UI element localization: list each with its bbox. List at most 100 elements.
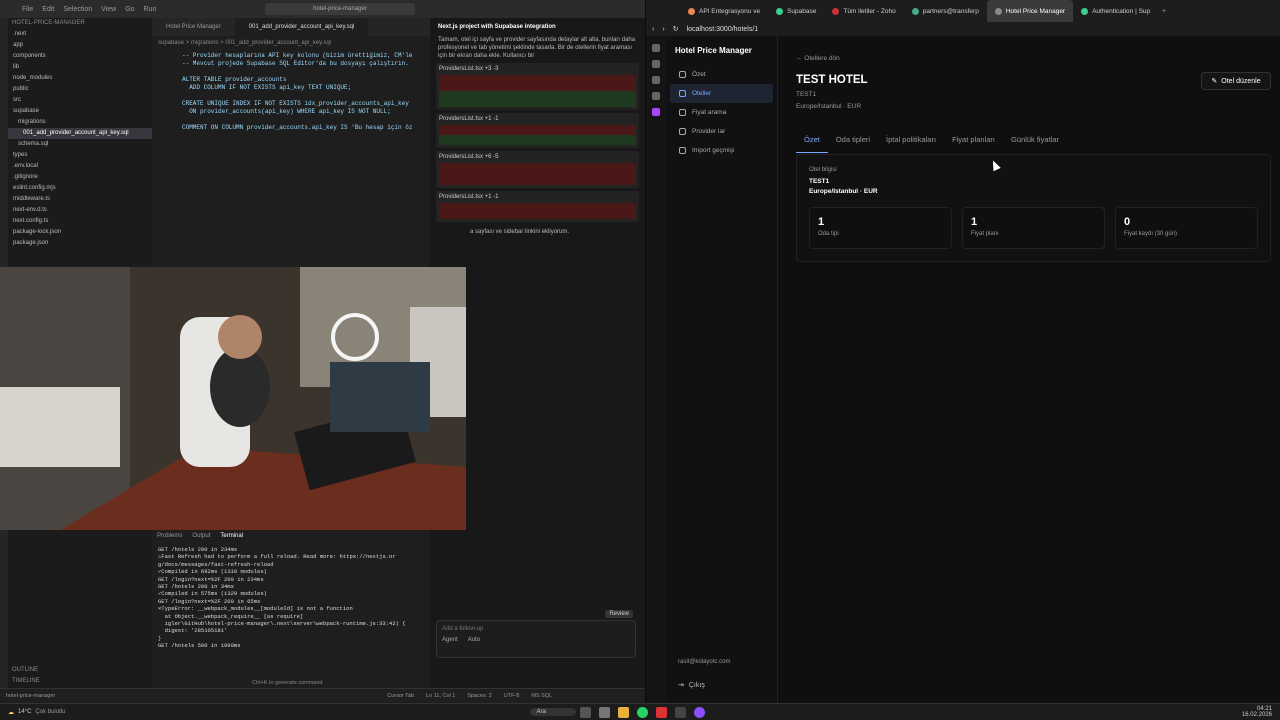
extension-icon[interactable] xyxy=(652,76,660,84)
followup-input[interactable]: Add a follow-up xyxy=(437,621,635,637)
explorer-item[interactable]: lib xyxy=(8,62,152,73)
menu-go[interactable]: Go xyxy=(125,6,134,13)
browser-tab[interactable]: Authentication | Sup xyxy=(1073,0,1158,22)
nav-item-providers[interactable]: Provider lar xyxy=(666,122,777,141)
agent-model[interactable]: Auto xyxy=(468,637,480,643)
menu-selection[interactable]: Selection xyxy=(63,6,92,13)
tab-terminal[interactable]: Terminal xyxy=(220,533,243,539)
folder-icon[interactable] xyxy=(617,706,629,718)
explorer-item[interactable]: src xyxy=(8,95,152,106)
diff-card[interactable]: ProvidersList.tsx +6 -5 xyxy=(436,151,639,188)
diff-card[interactable]: ProvidersList.tsx +1 -1 xyxy=(436,191,639,222)
tab-gunluk-fiyatlar[interactable]: Günlük fiyatlar xyxy=(1003,132,1067,153)
tab-iptal-politikalari[interactable]: İptal politikaları xyxy=(878,132,944,153)
status-cursor-tab[interactable]: Cursor Tab xyxy=(387,693,414,699)
nav-item-ozet[interactable]: Özet xyxy=(666,65,777,84)
extension-icon[interactable] xyxy=(652,44,660,52)
app-icon[interactable] xyxy=(693,706,705,718)
explorer-item[interactable]: .next xyxy=(8,29,152,40)
agent-title: Next.js project with Supabase integratio… xyxy=(438,24,556,30)
editor-tab[interactable]: Hotel Price Manager xyxy=(152,24,235,30)
review-button[interactable]: Review xyxy=(605,610,633,618)
outline-section[interactable]: OUTLINE xyxy=(8,665,38,676)
timeline-section[interactable]: TIMELINE xyxy=(8,676,40,687)
cursor-app-icon[interactable] xyxy=(674,706,686,718)
explorer-item[interactable]: types xyxy=(8,150,152,161)
nav-item-oteller[interactable]: Oteller xyxy=(670,84,773,103)
windows-start-icon[interactable] xyxy=(515,707,526,718)
explorer-root[interactable]: HOTEL-PRICE-MANAGER xyxy=(8,18,152,29)
logout-button[interactable]: ⇥ Çıkış xyxy=(678,681,705,690)
explorer-item[interactable]: schema.sql xyxy=(8,139,152,150)
edit-hotel-button[interactable]: ✎ Otel düzenle xyxy=(1201,72,1271,90)
url-input[interactable]: localhost:3000/hotels/1 xyxy=(687,26,759,33)
nav-item-import[interactable]: Import geçmişi xyxy=(666,141,777,160)
mail-icon xyxy=(911,7,919,15)
weather-temp[interactable]: 14°C xyxy=(18,709,31,715)
stat-value: 1 xyxy=(818,216,825,228)
explorer-item[interactable]: components xyxy=(8,51,152,62)
explorer-item[interactable]: supabase xyxy=(8,106,152,117)
menu-edit[interactable]: Edit xyxy=(42,6,54,13)
explorer-item[interactable]: migrations xyxy=(8,117,152,128)
new-tab-icon[interactable]: + xyxy=(1162,8,1166,15)
browser-tab[interactable]: API Entegrasyonu ve xyxy=(680,0,768,22)
browser-tab[interactable]: Supabase xyxy=(768,0,824,22)
back-icon[interactable]: ‹ xyxy=(652,26,654,33)
status-language[interactable]: MS SQL xyxy=(531,693,552,699)
tab-output[interactable]: Output xyxy=(192,533,210,539)
extension-icon[interactable] xyxy=(652,60,660,68)
diff-card[interactable]: ProvidersList.tsx +3 -3 xyxy=(436,63,639,110)
tab-ozet[interactable]: Özet xyxy=(796,132,828,153)
tab-label: Supabase xyxy=(787,7,817,15)
explorer-item[interactable]: package.json xyxy=(8,238,152,249)
command-search[interactable]: hotel-price-manager xyxy=(265,3,415,15)
nav-item-fiyat-arama[interactable]: Fiyat arama xyxy=(666,103,777,122)
whatsapp-icon[interactable] xyxy=(636,706,648,718)
tab-problems[interactable]: Problems xyxy=(157,533,182,539)
explorer-item[interactable]: node_modules xyxy=(8,73,152,84)
back-to-hotels-link[interactable]: ← Otellere dön xyxy=(796,55,840,62)
status-position[interactable]: Ln 11, Col 1 xyxy=(426,693,455,699)
app-brand[interactable]: Hotel Price Manager xyxy=(666,36,777,65)
globe-icon xyxy=(994,7,1002,15)
explorer-item[interactable]: public xyxy=(8,84,152,95)
code-content[interactable]: -- Provider hesaplarına API key kolonu (… xyxy=(152,50,430,134)
status-project[interactable]: hotel-price-manager xyxy=(6,693,55,699)
explorer-item[interactable]: .gitignore xyxy=(8,172,152,183)
status-spaces[interactable]: Spaces: 2 xyxy=(467,693,491,699)
diff-card[interactable]: ProvidersList.tsx +1 -1 xyxy=(436,113,639,148)
taskbar-search[interactable]: Ara xyxy=(530,708,576,716)
breadcrumb: supabase > migrations > 001_add_provider… xyxy=(158,40,332,46)
tab-fiyat-planlari[interactable]: Fiyat planları xyxy=(944,132,1003,153)
inbox-icon xyxy=(679,147,686,154)
explorer-item[interactable]: middleware.ts xyxy=(8,194,152,205)
extension-icon[interactable] xyxy=(652,108,660,116)
explorer-icon[interactable] xyxy=(598,706,610,718)
explorer-item[interactable]: next.config.ts xyxy=(8,216,152,227)
stat-label: Oda tipi xyxy=(818,231,839,237)
clock-date[interactable]: 16.02.2026 xyxy=(1242,712,1272,718)
agent-mode[interactable]: Agent xyxy=(442,637,458,643)
menu-view[interactable]: View xyxy=(101,6,116,13)
explorer-item[interactable]: package-lock.json xyxy=(8,227,152,238)
terminal-output[interactable]: GET /hotels 200 in 234ms ⚠Fast Refresh h… xyxy=(152,543,430,653)
extension-icon[interactable] xyxy=(652,92,660,100)
reload-icon[interactable]: ↻ xyxy=(673,25,679,33)
forward-icon[interactable]: › xyxy=(662,26,664,33)
browser-tab-active[interactable]: Hotel Price Manager xyxy=(986,0,1074,22)
app-icon[interactable] xyxy=(655,706,667,718)
status-encoding[interactable]: UTF-8 xyxy=(504,693,520,699)
explorer-item[interactable]: .env.local xyxy=(8,161,152,172)
explorer-item[interactable]: 001_add_provider_account_api_key.sql xyxy=(8,128,152,139)
taskview-icon[interactable] xyxy=(579,706,591,718)
explorer-item[interactable]: next-env.d.ts xyxy=(8,205,152,216)
menu-file[interactable]: File xyxy=(22,6,33,13)
tab-oda-tipleri[interactable]: Oda tipleri xyxy=(828,132,878,153)
explorer-item[interactable]: eslint.config.mjs xyxy=(8,183,152,194)
editor-tab-active[interactable]: 001_add_provider_account_api_key.sql xyxy=(234,18,369,36)
browser-tab[interactable]: Tüm iletiler - Zoho xyxy=(824,0,903,22)
browser-tab[interactable]: partners@transferp xyxy=(904,0,987,22)
menu-run[interactable]: Run xyxy=(144,6,157,13)
explorer-item[interactable]: app xyxy=(8,40,152,51)
